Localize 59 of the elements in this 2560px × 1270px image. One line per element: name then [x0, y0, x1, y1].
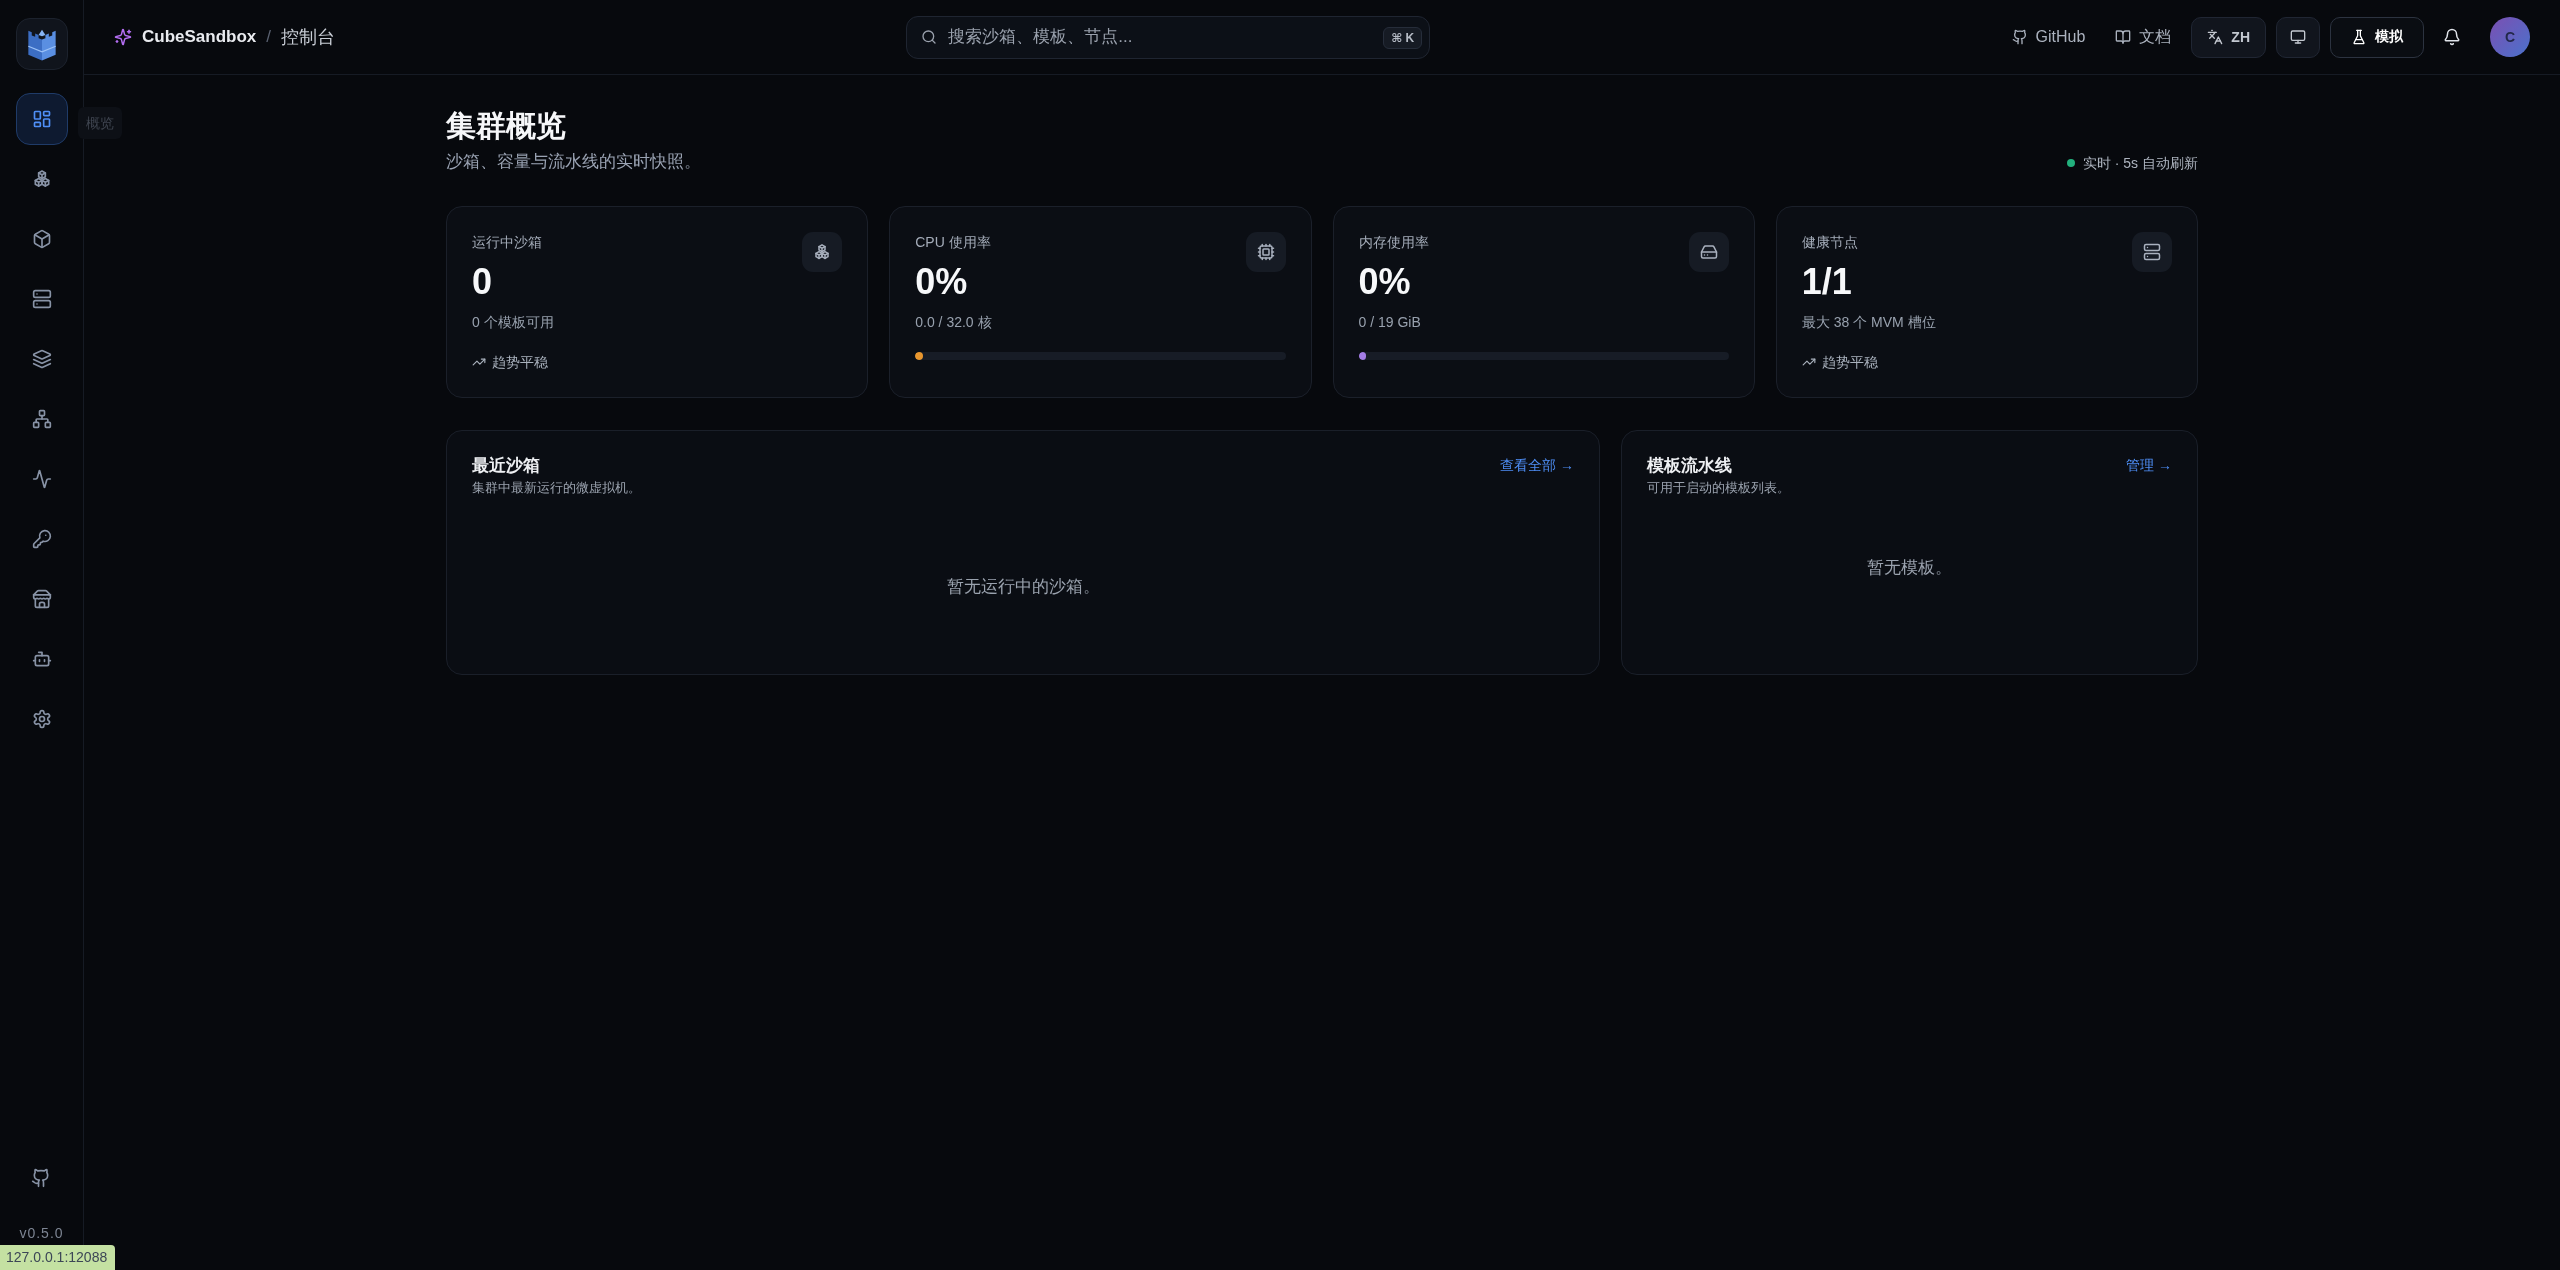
panel-link[interactable]: 管理 →: [2126, 455, 2172, 475]
page-subtitle: 沙箱、容量与流水线的实时快照。: [446, 151, 701, 173]
stat-value: 0%: [915, 260, 969, 304]
live-status-text: 实时 · 5s 自动刷新: [2082, 154, 2198, 173]
panel-title: 模板流水线: [1647, 455, 1733, 477]
breadcrumb-separator: /: [266, 27, 272, 47]
translate-icon: [2207, 29, 2224, 45]
stat-detail: 最大 38 个 MVM 槽位: [1801, 313, 1936, 332]
stat-label: 内存使用率: [1358, 233, 1429, 252]
bell-icon: [2443, 28, 2461, 46]
page-title: 集群概览: [446, 108, 567, 144]
header-link[interactable]: GitHub: [2001, 28, 2096, 46]
stat-label: CPU 使用率: [915, 233, 992, 252]
empty-state-text: 暂无运行中的沙箱。: [945, 576, 1101, 598]
trend-text: 趋势平稳: [1821, 353, 1878, 372]
stat-detail: 0 / 19 GiB: [1358, 313, 1422, 332]
network-icon: [31, 409, 52, 429]
panel-title: 最近沙箱: [472, 455, 541, 477]
stat-value: 0: [472, 260, 494, 304]
stat-detail: 0 个模板可用: [472, 313, 554, 332]
header-link[interactable]: 文档: [2105, 26, 2182, 48]
flask-icon: [2351, 29, 2367, 45]
sidebar-nav-item[interactable]: [15, 93, 68, 145]
search-icon: [921, 29, 938, 45]
display-button[interactable]: [2276, 16, 2320, 58]
pulse-icon: [31, 469, 52, 489]
stat-value: 1/1: [1801, 260, 1853, 304]
breadcrumb-current: 控制台: [281, 26, 336, 49]
mode-button[interactable]: 模拟: [2330, 16, 2424, 58]
key-icon: [31, 529, 52, 549]
sparkles-icon: [114, 28, 132, 46]
castle-cube-logo-icon[interactable]: [15, 18, 68, 70]
stat-label: 运行中沙箱: [472, 233, 543, 252]
brand-name[interactable]: CubeSandbox: [142, 27, 257, 47]
github-icon: [2011, 29, 2028, 45]
status-url: 127.0.0.1:12088: [0, 1245, 116, 1270]
panel-link[interactable]: 查看全部 →: [1500, 455, 1574, 475]
language-button[interactable]: ZH: [2191, 16, 2266, 58]
cube-icon: [31, 229, 52, 249]
hard-drive-icon: [1688, 232, 1729, 272]
version-text: v0.5.0: [19, 1224, 64, 1242]
settings-icon: [31, 709, 52, 729]
store-icon: [31, 589, 52, 609]
stat-value: 0%: [1358, 260, 1412, 304]
stat-detail: 0.0 / 32.0 核: [915, 313, 992, 332]
server-icon: [2132, 232, 2172, 272]
trend-text: 趋势平稳: [492, 353, 548, 372]
monitor-icon: [2290, 29, 2306, 45]
panel-subtitle: 可用于启动的模板列表。: [1647, 479, 1790, 497]
dashboard-icon: [31, 109, 52, 129]
robot-icon: [31, 649, 52, 669]
server-icon: [31, 289, 52, 309]
layers-icon: [31, 349, 52, 369]
empty-state-text: 暂无模板。: [1866, 557, 1953, 579]
cubes-icon: [802, 232, 843, 272]
stat-label: 健康节点: [1801, 233, 1859, 252]
panel-subtitle: 集群中最新运行的微虚拟机。: [472, 479, 641, 497]
chip-icon: [1245, 232, 1286, 272]
book-icon: [2115, 29, 2132, 45]
